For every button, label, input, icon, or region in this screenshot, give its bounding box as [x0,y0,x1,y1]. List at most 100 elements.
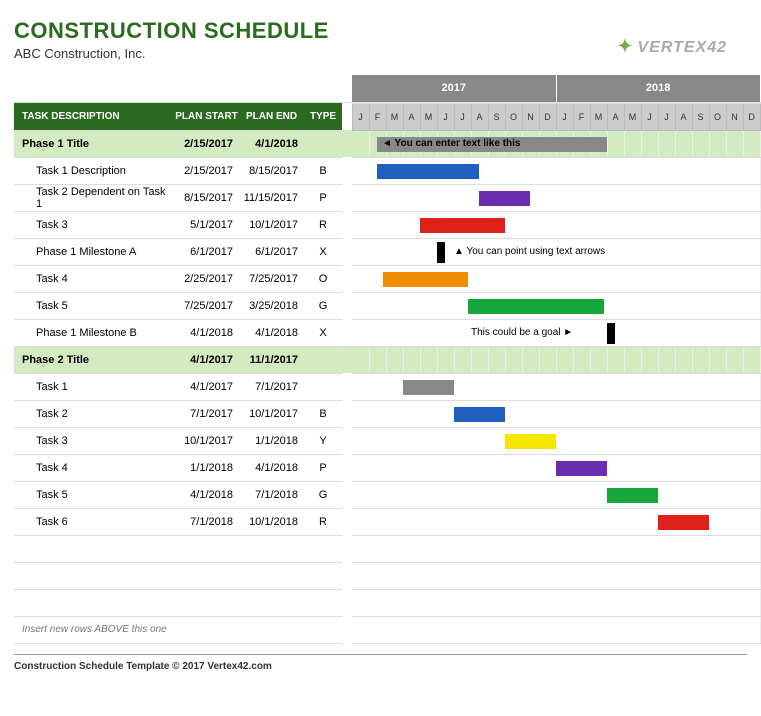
plan-start-cell[interactable]: 4/1/2017 [174,346,239,373]
plan-start-cell[interactable]: 5/1/2017 [174,211,239,238]
task-name-cell[interactable]: Phase 1 Milestone A [14,238,174,265]
month-cell: F [369,103,386,130]
task-name-cell[interactable]: Task 2 Dependent on Task 1 [14,184,174,211]
task-name-cell[interactable]: Task 2 [14,400,174,427]
insert-note-row: Insert new rows ABOVE this one [14,616,760,643]
task-name-cell[interactable]: Phase 1 Title [14,130,174,157]
month-cell: O [709,103,726,130]
task-name-cell[interactable]: Task 3 [14,427,174,454]
gantt-bar [505,434,556,449]
type-cell[interactable]: B [304,157,342,184]
type-cell[interactable]: R [304,211,342,238]
table-row[interactable]: Task 54/1/20187/1/2018G [14,481,760,508]
task-name-cell[interactable]: Phase 2 Title [14,346,174,373]
month-cell: J [556,103,573,130]
plan-start-cell[interactable]: 4/1/2017 [174,373,239,400]
table-row[interactable]: Task 2 Dependent on Task 18/15/201711/15… [14,184,760,211]
header: VERTEX42 CONSTRUCTION SCHEDULE ABC Const… [14,18,747,61]
month-cell: D [743,103,760,130]
type-cell[interactable]: G [304,292,342,319]
table-row[interactable]: Phase 2 Title4/1/201711/1/2017 [14,346,760,373]
type-cell[interactable]: Y [304,427,342,454]
task-name-cell[interactable]: Task 5 [14,292,174,319]
type-cell[interactable] [304,346,342,373]
plan-start-cell[interactable]: 7/1/2018 [174,508,239,535]
task-name-cell[interactable]: Task 4 [14,454,174,481]
type-cell[interactable]: P [304,184,342,211]
table-row[interactable]: Phase 1 Milestone A6/1/20176/1/2017X▲ Yo… [14,238,760,265]
plan-start-cell[interactable]: 2/25/2017 [174,265,239,292]
table-row[interactable]: Task 35/1/201710/1/2017R [14,211,760,238]
plan-end-cell[interactable]: 11/15/2017 [239,184,304,211]
month-cell: D [539,103,556,130]
plan-start-cell[interactable]: 4/1/2018 [174,319,239,346]
type-cell[interactable]: R [304,508,342,535]
plan-start-cell[interactable]: 4/1/2018 [174,481,239,508]
task-name-cell[interactable]: Task 5 [14,481,174,508]
table-row[interactable]: Phase 1 Milestone B4/1/20184/1/2018XThis… [14,319,760,346]
plan-end-cell[interactable]: 10/1/2017 [239,400,304,427]
plan-start-cell[interactable]: 2/15/2017 [174,157,239,184]
annotation-text: ▲ You can point using text arrows [454,239,760,265]
month-cell: J [352,103,369,130]
task-name-cell[interactable]: Task 3 [14,211,174,238]
task-name-cell[interactable]: Task 1 Description [14,157,174,184]
table-row[interactable]: Task 57/25/20173/25/2018G [14,292,760,319]
plan-start-cell[interactable]: 2/15/2017 [174,130,239,157]
col-plan-start: PLAN START [174,102,239,130]
table-row[interactable]: Task 1 Description2/15/20178/15/2017B [14,157,760,184]
plan-end-cell[interactable]: 8/15/2017 [239,157,304,184]
task-name-cell[interactable]: Task 1 [14,373,174,400]
table-row[interactable]: Task 67/1/201810/1/2018R [14,508,760,535]
month-cell: J [437,103,454,130]
type-cell[interactable]: O [304,265,342,292]
type-cell[interactable]: X [304,319,342,346]
plan-end-cell[interactable]: 11/1/2017 [239,346,304,373]
task-name-cell[interactable]: Task 6 [14,508,174,535]
plan-end-cell[interactable]: 7/1/2018 [239,481,304,508]
task-name-cell[interactable]: Phase 1 Milestone B [14,319,174,346]
plan-end-cell[interactable]: 3/25/2018 [239,292,304,319]
task-name-cell[interactable]: Task 4 [14,265,174,292]
month-cell: A [675,103,692,130]
year-2018: 2018 [556,75,760,102]
type-cell[interactable]: B [304,400,342,427]
plan-end-cell[interactable]: 7/1/2017 [239,373,304,400]
month-cell: O [505,103,522,130]
table-row[interactable]: Task 310/1/20171/1/2018Y [14,427,760,454]
plan-end-cell[interactable]: 6/1/2017 [239,238,304,265]
plan-start-cell[interactable]: 1/1/2018 [174,454,239,481]
plan-start-cell[interactable]: 7/1/2017 [174,400,239,427]
gantt-bar [468,299,604,314]
table-row[interactable]: Task 14/1/20177/1/2017 [14,373,760,400]
plan-end-cell[interactable]: 4/1/2018 [239,319,304,346]
type-cell[interactable] [304,373,342,400]
type-cell[interactable]: G [304,481,342,508]
table-row[interactable]: Task 42/25/20177/25/2017O [14,265,760,292]
month-cell: M [386,103,403,130]
plan-end-cell[interactable]: 4/1/2018 [239,454,304,481]
type-cell[interactable]: X [304,238,342,265]
gantt-bar [658,515,709,530]
vertex42-logo: VERTEX42 [617,36,727,57]
type-cell[interactable]: P [304,454,342,481]
table-row[interactable]: Task 27/1/201710/1/2017B [14,400,760,427]
plan-end-cell[interactable]: 7/25/2017 [239,265,304,292]
plan-end-cell[interactable]: 1/1/2018 [239,427,304,454]
month-cell: N [522,103,539,130]
plan-end-cell[interactable]: 4/1/2018 [239,130,304,157]
plan-start-cell[interactable]: 10/1/2017 [174,427,239,454]
plan-start-cell[interactable]: 8/15/2017 [174,184,239,211]
month-cell: J [454,103,471,130]
col-task: TASK DESCRIPTION [14,102,174,130]
schedule-table: 2017 2018 TASK DESCRIPTION PLAN START PL… [14,75,761,644]
plan-end-cell[interactable]: 10/1/2018 [239,508,304,535]
plan-end-cell[interactable]: 10/1/2017 [239,211,304,238]
empty-row [14,562,760,589]
plan-start-cell[interactable]: 7/25/2017 [174,292,239,319]
table-row[interactable]: Phase 1 Title2/15/20174/1/2018◄ You can … [14,130,760,157]
plan-start-cell[interactable]: 6/1/2017 [174,238,239,265]
footer-copyright: Construction Schedule Template © 2017 Ve… [14,654,747,672]
type-cell[interactable] [304,130,342,157]
table-row[interactable]: Task 41/1/20184/1/2018P [14,454,760,481]
